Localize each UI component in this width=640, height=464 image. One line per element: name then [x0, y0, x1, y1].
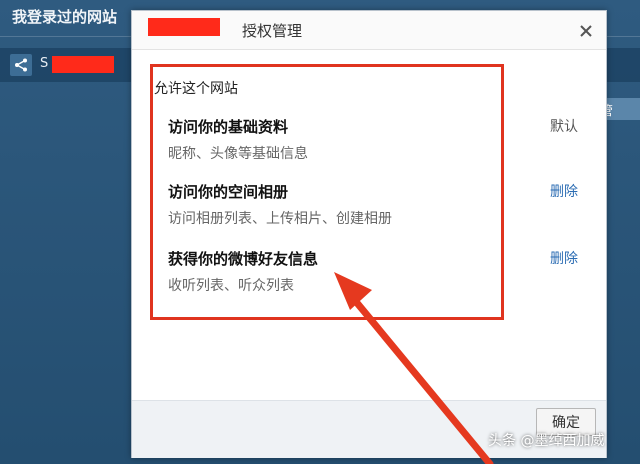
dialog-title-text: 授权管理 [242, 22, 303, 40]
background-page-title: 我登录过的网站 [12, 8, 118, 26]
permission-title: 获得你的微博好友信息 [168, 250, 319, 268]
watermark-text: 头条 @墨绰西加威 [488, 433, 605, 449]
permission-title: 访问你的空间相册 [168, 183, 289, 201]
permission-title: 访问你的基础资料 [168, 118, 289, 136]
permission-desc: 收听列表、听众列表 [168, 278, 294, 294]
permission-default-label: 默认 [550, 119, 578, 135]
dialog-title: 授权管理 [146, 20, 302, 41]
close-icon[interactable] [578, 23, 594, 39]
allow-label: 允许这个网站 [154, 81, 238, 97]
share-icon [10, 54, 32, 76]
authorization-dialog: 授权管理 允许这个网站 访问你的基础资料 昵称、头像等基础信息 默认 访问你的空… [131, 10, 607, 458]
dialog-body: 允许这个网站 访问你的基础资料 昵称、头像等基础信息 默认 访问你的空间相册 访… [132, 50, 606, 400]
permission-desc: 昵称、头像等基础信息 [168, 146, 308, 162]
permission-desc: 访问相册列表、上传相片、创建相册 [168, 211, 392, 227]
delete-permission-link[interactable]: 删除 [550, 248, 578, 268]
dialog-header: 授权管理 [132, 11, 606, 50]
site-name-text: S [40, 56, 49, 71]
redaction-mark [52, 56, 114, 73]
delete-permission-link[interactable]: 删除 [550, 181, 578, 201]
